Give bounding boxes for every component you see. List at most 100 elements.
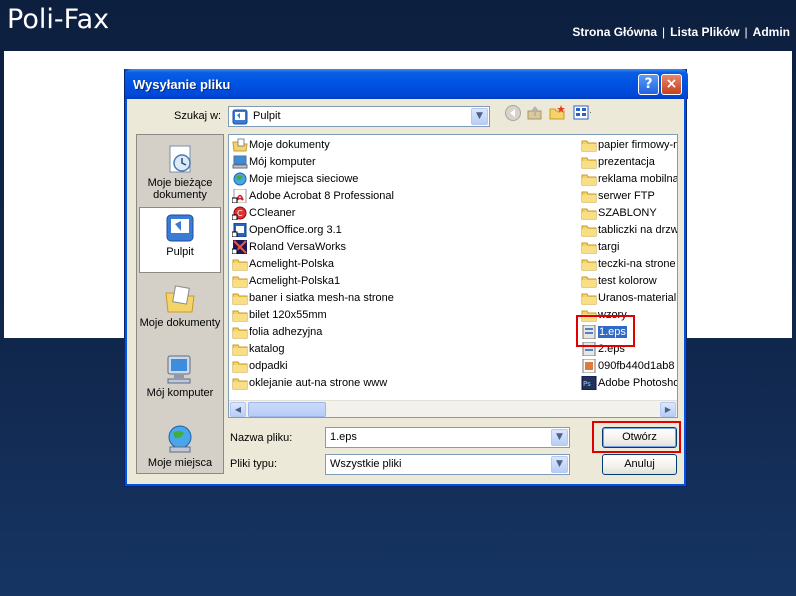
file-item[interactable]: papier firmowy-n bbox=[579, 137, 678, 154]
new-folder-icon[interactable] bbox=[549, 104, 567, 122]
file-item[interactable]: serwer FTP bbox=[579, 188, 677, 205]
file-item[interactable]: 090fb440d1ab8 bbox=[579, 358, 677, 375]
folder-icon bbox=[581, 189, 597, 203]
place-recent-documents[interactable]: Moje bieżące dokumenty bbox=[139, 139, 221, 205]
back-icon[interactable] bbox=[504, 104, 522, 122]
file-name: prezentacja bbox=[598, 156, 655, 168]
folder-icon bbox=[232, 308, 248, 322]
file-item[interactable]: tabliczki na drzw bbox=[579, 222, 677, 239]
nav-separator: | bbox=[744, 25, 748, 39]
file-item[interactable]: odpadki bbox=[230, 358, 575, 375]
file-name: oklejanie aut-na strone www bbox=[249, 377, 388, 389]
file-name: serwer FTP bbox=[598, 190, 655, 202]
file-item[interactable]: SZABLONY bbox=[579, 205, 677, 222]
scroll-left-icon[interactable]: ◀ bbox=[230, 402, 246, 417]
place-label: Moje bieżące bbox=[147, 177, 213, 189]
image-file-icon bbox=[581, 358, 597, 374]
network-places-icon bbox=[232, 172, 248, 186]
file-item[interactable]: targi bbox=[579, 239, 677, 256]
file-name: SZABLONY bbox=[598, 207, 657, 219]
desktop-icon bbox=[232, 109, 248, 125]
highlight-open-button bbox=[592, 421, 681, 453]
look-in-combo[interactable]: Pulpit ▼ bbox=[228, 106, 490, 127]
file-item[interactable]: folia adhezyjna bbox=[230, 324, 575, 341]
folder-icon bbox=[232, 257, 248, 271]
place-my-documents[interactable]: Moje dokumenty bbox=[139, 279, 221, 345]
network-places-icon bbox=[168, 425, 192, 453]
folder-icon bbox=[581, 206, 597, 220]
up-folder-icon[interactable] bbox=[526, 104, 544, 122]
place-network-places[interactable]: Moje miejsca bbox=[139, 419, 221, 473]
help-button[interactable]: ? bbox=[638, 74, 659, 95]
file-name: reklama mobilna bbox=[598, 173, 678, 185]
file-item[interactable]: Ps Adobe Photosho bbox=[579, 375, 678, 392]
chevron-down-icon[interactable]: ▼ bbox=[551, 456, 568, 473]
file-list[interactable]: Moje dokumenty Mój komputer Moje miejsca s… bbox=[228, 134, 678, 418]
filename-input[interactable]: 1.eps ▼ bbox=[325, 427, 570, 448]
filetype-label: Pliki typu: bbox=[230, 458, 278, 470]
file-item[interactable]: C CCleaner bbox=[230, 205, 575, 222]
file-item[interactable]: OpenOffice.org 3.1 bbox=[230, 222, 575, 239]
ccleaner-shortcut-icon: C bbox=[231, 206, 248, 221]
file-name: folia adhezyjna bbox=[249, 326, 323, 338]
nav-file-list-link[interactable]: Lista Plików bbox=[670, 25, 739, 39]
file-item[interactable]: Moje miejsca sieciowe bbox=[230, 171, 575, 188]
file-item[interactable]: baner i siatka mesh-na strone bbox=[230, 290, 575, 307]
file-item[interactable]: katalog bbox=[230, 341, 575, 358]
scrollbar-thumb[interactable] bbox=[248, 402, 326, 417]
horizontal-scrollbar[interactable]: ◀ ▶ bbox=[229, 400, 677, 417]
site-title: Poli-Fax bbox=[7, 4, 110, 35]
file-name: Roland VersaWorks bbox=[249, 241, 347, 253]
file-item[interactable]: Mój komputer bbox=[230, 154, 575, 171]
scroll-right-icon[interactable]: ▶ bbox=[660, 402, 676, 417]
file-item[interactable]: teczki-na strone bbox=[579, 256, 677, 273]
file-item[interactable]: Acmelight-Polska1 bbox=[230, 273, 575, 290]
file-item[interactable]: Roland VersaWorks bbox=[230, 239, 575, 256]
place-label: dokumenty bbox=[153, 189, 207, 201]
view-menu-icon[interactable] bbox=[573, 104, 591, 122]
file-name: OpenOffice.org 3.1 bbox=[249, 224, 342, 236]
filename-label: Nazwa pliku: bbox=[230, 432, 293, 444]
nav-admin-link[interactable]: Admin bbox=[753, 25, 790, 39]
places-bar: Moje bieżące dokumenty Pulpit Moje dokum… bbox=[136, 134, 224, 474]
filetype-select[interactable]: Wszystkie pliki ▼ bbox=[325, 454, 570, 475]
desktop-icon bbox=[166, 214, 194, 242]
my-computer-icon bbox=[232, 155, 248, 169]
file-item[interactable]: test kolorow bbox=[579, 273, 677, 290]
svg-text:Ps: Ps bbox=[583, 380, 591, 388]
file-name: Moje miejsca sieciowe bbox=[249, 173, 359, 185]
file-name: Moje dokumenty bbox=[249, 139, 330, 151]
file-name: papier firmowy-n bbox=[598, 139, 678, 151]
dialog-titlebar[interactable]: Wysyłanie pliku ? × bbox=[125, 69, 688, 99]
chevron-down-icon[interactable]: ▼ bbox=[471, 108, 488, 125]
file-name: Mój komputer bbox=[249, 156, 316, 168]
file-item[interactable]: Uranos-material bbox=[579, 290, 677, 307]
file-name: test kolorow bbox=[598, 275, 657, 287]
file-item[interactable]: oklejanie aut-na strone www bbox=[230, 375, 575, 392]
nav-home-link[interactable]: Strona Główna bbox=[572, 25, 657, 39]
place-desktop[interactable]: Pulpit bbox=[139, 207, 221, 273]
cancel-button[interactable]: Anuluj bbox=[602, 454, 677, 475]
folder-icon bbox=[232, 291, 248, 305]
folder-icon bbox=[232, 274, 248, 288]
acrobat-shortcut-icon bbox=[231, 188, 248, 204]
filetype-value: Wszystkie pliki bbox=[330, 458, 402, 470]
place-my-computer[interactable]: Mój komputer bbox=[139, 349, 221, 415]
file-item[interactable]: bilet 120x55mm bbox=[230, 307, 575, 324]
file-column-left: Moje dokumenty Mój komputer Moje miejsca s… bbox=[230, 137, 575, 392]
file-item[interactable]: Adobe Acrobat 8 Professional bbox=[230, 188, 575, 205]
file-name: Adobe Photosho bbox=[598, 377, 678, 389]
file-item[interactable]: Moje dokumenty bbox=[230, 137, 575, 154]
file-column-right: papier firmowy-n prezentacja reklama mobil… bbox=[579, 137, 678, 392]
file-item[interactable]: prezentacja bbox=[579, 154, 677, 171]
file-name: 090fb440d1ab8 bbox=[598, 360, 675, 372]
file-item[interactable]: reklama mobilna bbox=[579, 171, 678, 188]
file-name: Acmelight-Polska bbox=[249, 258, 334, 270]
chevron-down-icon[interactable]: ▼ bbox=[551, 429, 568, 446]
photoshop-file-icon: Ps bbox=[581, 375, 597, 391]
file-item[interactable]: Acmelight-Polska bbox=[230, 256, 575, 273]
file-name: bilet 120x55mm bbox=[249, 309, 327, 321]
nav-separator: | bbox=[662, 25, 666, 39]
close-button[interactable]: × bbox=[661, 74, 682, 95]
file-name: teczki-na strone bbox=[598, 258, 676, 270]
